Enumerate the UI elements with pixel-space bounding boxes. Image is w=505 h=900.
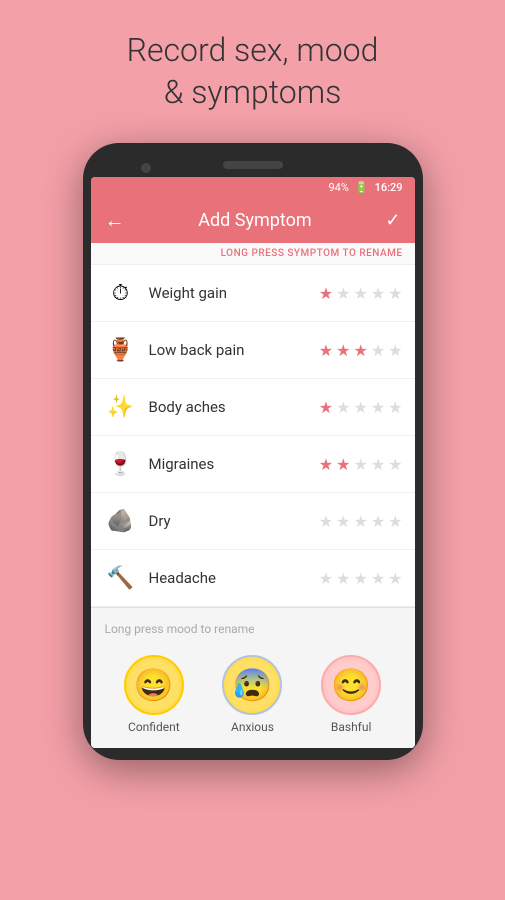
symptom-icon-migraines: 🍷: [103, 446, 139, 482]
star-4[interactable]: ★: [371, 569, 385, 588]
battery-indicator: 94%: [328, 181, 348, 194]
star-3[interactable]: ★: [353, 512, 367, 531]
symptom-name-weight-gain: Weight gain: [149, 284, 319, 302]
symptom-icon-weight-gain: ⏱: [103, 275, 139, 311]
symptom-list: ⏱Weight gain★★★★★🏺Low back pain★★★★★✨Bod…: [91, 265, 415, 607]
mood-label-anxious: Anxious: [231, 720, 274, 734]
symptom-row[interactable]: 🍷Migraines★★★★★: [91, 436, 415, 493]
star-5[interactable]: ★: [388, 284, 402, 303]
symptom-row[interactable]: 🪨Dry★★★★★: [91, 493, 415, 550]
star-1[interactable]: ★: [319, 569, 333, 588]
symptom-name-migraines: Migraines: [149, 455, 319, 473]
mood-section: 😄 Confident 😰 Anxious 😊 Bashful: [91, 645, 415, 748]
symptom-name-body-aches: Body aches: [149, 398, 319, 416]
symptom-icon-headache: 🔨: [103, 560, 139, 596]
star-5[interactable]: ★: [388, 569, 402, 588]
star-3[interactable]: ★: [353, 569, 367, 588]
star-4[interactable]: ★: [371, 341, 385, 360]
phone-top-bar: [91, 155, 415, 177]
star-3[interactable]: ★: [353, 341, 367, 360]
star-1[interactable]: ★: [319, 398, 333, 417]
star-2[interactable]: ★: [336, 569, 350, 588]
battery-icon: 🔋: [355, 181, 369, 194]
star-4[interactable]: ★: [371, 455, 385, 474]
symptom-stars-body-aches[interactable]: ★★★★★: [319, 398, 403, 417]
star-4[interactable]: ★: [371, 512, 385, 531]
star-1[interactable]: ★: [319, 284, 333, 303]
status-bar: 94% 🔋 16:29: [91, 177, 415, 198]
clock: 16:29: [375, 181, 403, 194]
mood-item-bashful[interactable]: 😊 Bashful: [321, 655, 381, 734]
symptom-name-dry: Dry: [149, 512, 319, 530]
star-4[interactable]: ★: [371, 398, 385, 417]
symptom-stars-headache[interactable]: ★★★★★: [319, 569, 403, 588]
mood-emoji-anxious: 😰: [222, 655, 282, 715]
app-header: ← Add Symptom ✓: [91, 198, 415, 243]
mood-label-confident: Confident: [128, 720, 180, 734]
star-3[interactable]: ★: [353, 284, 367, 303]
star-3[interactable]: ★: [353, 455, 367, 474]
mood-label-bashful: Bashful: [331, 720, 372, 734]
symptom-icon-dry: 🪨: [103, 503, 139, 539]
symptom-row[interactable]: 🔨Headache★★★★★: [91, 550, 415, 607]
symptom-stars-migraines[interactable]: ★★★★★: [319, 455, 403, 474]
star-5[interactable]: ★: [388, 512, 402, 531]
star-2[interactable]: ★: [336, 455, 350, 474]
star-2[interactable]: ★: [336, 398, 350, 417]
star-2[interactable]: ★: [336, 512, 350, 531]
star-1[interactable]: ★: [319, 341, 333, 360]
star-5[interactable]: ★: [388, 341, 402, 360]
star-4[interactable]: ★: [371, 284, 385, 303]
mood-hint-section: Long press mood to rename: [91, 607, 415, 645]
back-button[interactable]: ←: [105, 208, 125, 233]
symptom-name-low-back-pain: Low back pain: [149, 341, 319, 359]
star-2[interactable]: ★: [336, 341, 350, 360]
symptom-row[interactable]: ⏱Weight gain★★★★★: [91, 265, 415, 322]
symptom-row[interactable]: ✨Body aches★★★★★: [91, 379, 415, 436]
page-title: Record sex, mood & symptoms: [127, 30, 379, 113]
star-3[interactable]: ★: [353, 398, 367, 417]
symptom-stars-low-back-pain[interactable]: ★★★★★: [319, 341, 403, 360]
mood-emoji-bashful: 😊: [321, 655, 381, 715]
phone-wrapper: 94% 🔋 16:29 ← Add Symptom ✓ LONG PRESS S…: [83, 143, 423, 760]
confirm-button[interactable]: ✓: [385, 210, 400, 231]
symptom-row[interactable]: 🏺Low back pain★★★★★: [91, 322, 415, 379]
symptom-icon-body-aches: ✨: [103, 389, 139, 425]
rename-hint: LONG PRESS SYMPTOM TO RENAME: [91, 243, 415, 265]
header-title: Add Symptom: [198, 210, 311, 231]
symptom-stars-weight-gain[interactable]: ★★★★★: [319, 284, 403, 303]
mood-item-confident[interactable]: 😄 Confident: [124, 655, 184, 734]
phone-speaker: [223, 161, 283, 169]
star-1[interactable]: ★: [319, 512, 333, 531]
mood-item-anxious[interactable]: 😰 Anxious: [222, 655, 282, 734]
star-2[interactable]: ★: [336, 284, 350, 303]
symptom-stars-dry[interactable]: ★★★★★: [319, 512, 403, 531]
star-1[interactable]: ★: [319, 455, 333, 474]
phone-screen: 94% 🔋 16:29 ← Add Symptom ✓ LONG PRESS S…: [91, 177, 415, 748]
mood-hint-text: Long press mood to rename: [105, 622, 255, 636]
mood-emoji-confident: 😄: [124, 655, 184, 715]
symptom-name-headache: Headache: [149, 569, 319, 587]
star-5[interactable]: ★: [388, 398, 402, 417]
symptom-icon-low-back-pain: 🏺: [103, 332, 139, 368]
star-5[interactable]: ★: [388, 455, 402, 474]
phone-camera: [141, 163, 151, 173]
